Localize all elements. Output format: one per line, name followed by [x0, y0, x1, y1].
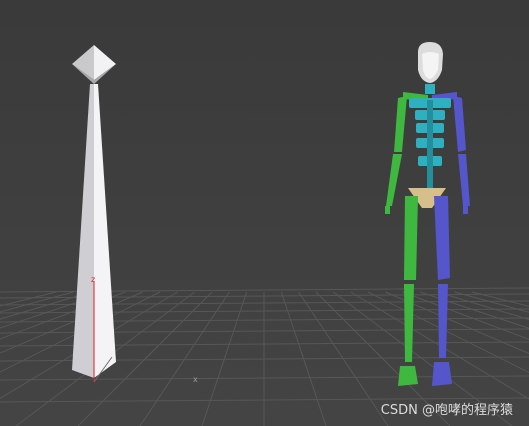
biped-left-arm [385, 96, 407, 214]
biped-character[interactable] [385, 42, 470, 386]
watermark: CSDN @咆哮的程序猿 [380, 403, 513, 418]
bone-tip-right [94, 45, 116, 80]
viewport-scene[interactable] [0, 0, 529, 426]
biped-spine [409, 98, 451, 188]
biped-right-arm [453, 96, 470, 214]
bone-shaft-right [94, 84, 116, 378]
bone-object[interactable] [72, 45, 116, 383]
bone-shaft-left [72, 84, 94, 378]
x-axis-label: x [193, 375, 198, 384]
bone-tip-left [72, 45, 94, 80]
z-axis-label: z [91, 275, 96, 284]
3d-viewport[interactable]: z x CSDN @咆哮的程序猿 [0, 0, 529, 426]
biped-head[interactable] [418, 42, 443, 94]
